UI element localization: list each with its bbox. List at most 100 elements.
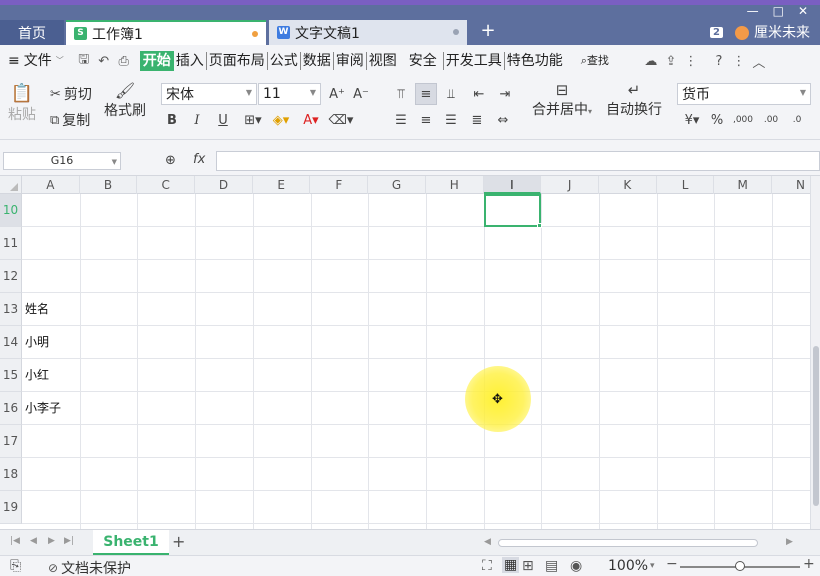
fill-handle[interactable]: [537, 223, 543, 228]
add-sheet-button[interactable]: +: [172, 532, 185, 551]
hamburger-icon[interactable]: ≡: [6, 51, 22, 71]
currency-icon[interactable]: ¥▾: [680, 109, 704, 131]
column-header-h[interactable]: H: [426, 176, 484, 194]
column-header-g[interactable]: G: [368, 176, 426, 194]
zoom-in-icon[interactable]: +: [803, 556, 815, 572]
print-icon[interactable]: ⎙: [114, 51, 134, 71]
align-right-icon[interactable]: ☰: [440, 109, 462, 131]
spreadsheet-grid[interactable]: ABCDEFGHIJKLMN 10 11 12 13 14 15 16 17 18 19 姓名 小明…: [0, 176, 810, 529]
maximize-button[interactable]: □: [773, 4, 784, 22]
name-box[interactable]: G16 ▼: [3, 152, 121, 170]
menu-tab-view[interactable]: 视图: [367, 51, 399, 71]
bold-button[interactable]: B: [161, 109, 183, 131]
help-button[interactable]: ?: [709, 51, 729, 71]
undo-icon[interactable]: ↶: [94, 51, 114, 71]
cell-a15[interactable]: 小红: [25, 359, 49, 392]
reading-view-icon[interactable]: ◉: [570, 558, 582, 574]
font-size-select[interactable]: 11 ▼: [258, 83, 321, 105]
close-window-button[interactable]: ✕: [798, 4, 808, 22]
share-icon[interactable]: ⇪: [661, 51, 681, 71]
align-left-icon[interactable]: ☰: [390, 109, 412, 131]
paste-button[interactable]: 📋 粘贴: [8, 83, 36, 124]
indent-increase-icon[interactable]: ⇥: [494, 83, 516, 105]
menu-tab-page-layout[interactable]: 页面布局: [207, 51, 267, 71]
column-header-a[interactable]: A: [22, 176, 80, 194]
close-tab-icon[interactable]: [453, 29, 459, 35]
menu-tab-start[interactable]: 开始: [139, 51, 174, 71]
align-middle-icon[interactable]: ≡: [415, 83, 437, 105]
vertical-scroll-thumb[interactable]: [813, 346, 819, 506]
macro-record-icon[interactable]: ⎘: [10, 558, 21, 574]
align-top-icon[interactable]: ⫪: [390, 83, 412, 105]
font-name-select[interactable]: 宋体 ▼: [161, 83, 257, 105]
column-header-d[interactable]: D: [195, 176, 253, 194]
row-header-19[interactable]: 19: [0, 491, 22, 524]
increase-decimal-icon[interactable]: .00: [760, 109, 782, 131]
number-format-select[interactable]: 货币 ▼: [677, 83, 811, 105]
new-tab-button[interactable]: +: [478, 20, 498, 41]
align-bottom-icon[interactable]: ⫫: [440, 83, 462, 105]
row-header-16[interactable]: 16: [0, 392, 22, 425]
first-sheet-icon[interactable]: |◀: [10, 536, 20, 546]
merge-center-button[interactable]: ⊟ 合并居中▾: [532, 81, 592, 119]
percent-button[interactable]: %: [706, 109, 728, 131]
wrap-text-button[interactable]: ↵ 自动换行: [606, 81, 662, 119]
border-icon[interactable]: ⊞▾: [240, 109, 266, 131]
row-header-14[interactable]: 14: [0, 326, 22, 359]
thousands-separator-icon[interactable]: ,000: [732, 109, 754, 131]
row-header-15[interactable]: 15: [0, 359, 22, 392]
selected-cell[interactable]: [483, 194, 543, 228]
copy-button[interactable]: ⧉ 复制: [50, 110, 90, 130]
underline-button[interactable]: U: [212, 109, 234, 131]
page-layout-view-icon[interactable]: ⊞: [522, 558, 534, 574]
eraser-icon[interactable]: ⌫▾: [328, 109, 354, 131]
save-icon[interactable]: 🖫: [74, 51, 94, 71]
cell-a16[interactable]: 小李子: [25, 392, 61, 425]
zoom-slider-knob[interactable]: [735, 561, 745, 571]
row-header-12[interactable]: 12: [0, 260, 22, 293]
tab-home[interactable]: 首页: [0, 20, 64, 45]
cloud-icon[interactable]: ☁: [641, 51, 661, 71]
cell-a14[interactable]: 小明: [25, 326, 49, 359]
column-header-c[interactable]: C: [137, 176, 196, 194]
grow-font-icon[interactable]: A⁺: [326, 83, 348, 105]
collapse-ribbon-icon[interactable]: ︿: [749, 51, 769, 71]
distributed-icon[interactable]: ⇔: [492, 109, 514, 131]
tab-document[interactable]: W 文字文稿1: [269, 20, 467, 45]
select-all-corner[interactable]: [0, 176, 22, 194]
menu-tab-data[interactable]: 数据: [301, 51, 333, 71]
decrease-decimal-icon[interactable]: .0: [786, 109, 808, 131]
menu-tab-features[interactable]: 特色功能: [505, 51, 565, 71]
more-options-icon[interactable]: ⋮: [729, 51, 749, 71]
tab-workbook[interactable]: S 工作簿1: [66, 20, 266, 45]
vertical-scrollbar[interactable]: [810, 176, 820, 529]
row-header-10[interactable]: 10: [0, 194, 22, 227]
formula-input[interactable]: [216, 151, 820, 171]
cell-a13[interactable]: 姓名: [25, 293, 49, 326]
page-break-view-icon[interactable]: ▤: [545, 558, 558, 574]
zoom-formula-icon[interactable]: ⊕: [165, 153, 176, 168]
column-header-i[interactable]: I: [483, 176, 542, 194]
row-header-13[interactable]: 13: [0, 293, 22, 326]
justify-icon[interactable]: ≣: [466, 109, 488, 131]
menu-tab-formula[interactable]: 公式: [268, 51, 300, 71]
horizontal-scrollbar[interactable]: ◀ ▶: [480, 537, 800, 549]
next-sheet-icon[interactable]: ▶: [48, 536, 55, 546]
user-account[interactable]: 厘米未来: [735, 22, 810, 42]
cut-button[interactable]: ✂ 剪切: [50, 84, 92, 104]
fullscreen-icon[interactable]: ⛶: [482, 558, 492, 574]
row-header-17[interactable]: 17: [0, 425, 22, 458]
unsaved-dot-icon[interactable]: [252, 31, 258, 37]
zoom-level[interactable]: 100%: [608, 558, 648, 574]
align-center-icon[interactable]: ≡: [415, 109, 437, 131]
column-header-m[interactable]: M: [714, 176, 773, 194]
chevron-down-icon[interactable]: ▾: [650, 561, 655, 571]
more-icon[interactable]: ⋮: [681, 51, 701, 71]
scroll-left-icon[interactable]: ◀: [484, 537, 491, 547]
last-sheet-icon[interactable]: ▶|: [64, 536, 74, 546]
font-color-icon[interactable]: A▾: [298, 109, 324, 131]
sheet-tab-sheet1[interactable]: Sheet1: [93, 530, 169, 555]
row-header-18[interactable]: 18: [0, 458, 22, 491]
zoom-out-icon[interactable]: −: [666, 556, 678, 572]
column-header-k[interactable]: K: [599, 176, 657, 194]
